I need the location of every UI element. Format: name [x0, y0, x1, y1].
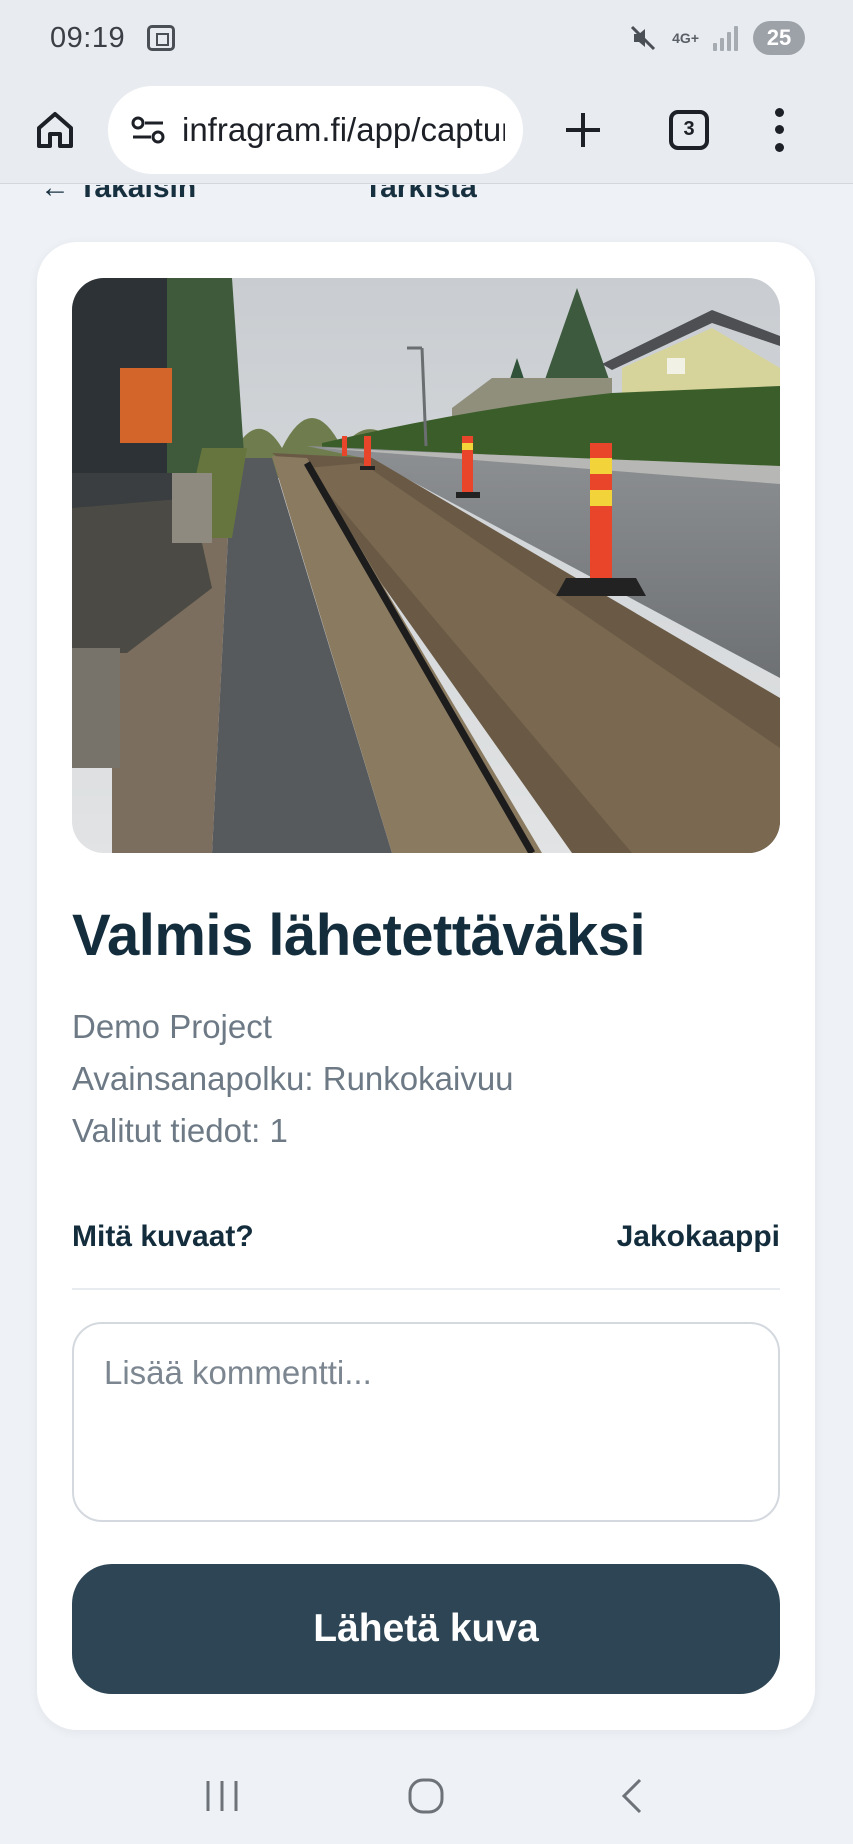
tab-switcher-button[interactable]: 3	[669, 109, 709, 150]
site-settings-icon[interactable]	[130, 115, 166, 145]
send-photo-button[interactable]: Lähetä kuva	[72, 1564, 780, 1694]
recent-apps-button[interactable]	[192, 1766, 252, 1826]
network-type: 4G+	[672, 29, 699, 46]
ready-title: Valmis lähetettäväksi	[72, 903, 646, 968]
status-bar: 09:19 4G+ 25	[0, 0, 853, 76]
comment-input[interactable]	[72, 1322, 780, 1522]
describe-label: Mitä kuvaat?	[72, 1220, 254, 1253]
back-chevron-icon	[621, 1778, 641, 1814]
describe-selector[interactable]: Mitä kuvaat? Jakokaappi	[72, 1220, 780, 1290]
recent-apps-icon	[206, 1781, 238, 1811]
battery-badge: 25	[753, 21, 805, 55]
photo-illustration	[72, 278, 780, 853]
system-nav-bar	[0, 1748, 853, 1844]
describe-value[interactable]: Jakokaappi	[617, 1220, 780, 1254]
new-tab-button[interactable]	[559, 106, 607, 154]
address-bar[interactable]: infragram.fi/app/capture	[108, 85, 523, 174]
back-nav-button[interactable]	[601, 1766, 661, 1826]
review-card: Valmis lähetettäväksi Demo Project Avain…	[37, 242, 815, 1730]
home-icon	[37, 111, 73, 148]
project-name: Demo Project	[72, 1008, 272, 1045]
selected-info-count: Valitut tiedot: 1	[72, 1112, 288, 1149]
signal-icon	[713, 25, 739, 51]
browser-toolbar: infragram.fi/app/capture 3	[0, 76, 853, 184]
plus-icon	[566, 112, 600, 147]
home-circle-icon	[408, 1778, 444, 1814]
screenshot-icon	[147, 25, 176, 51]
mute-icon	[631, 25, 656, 51]
home-nav-button[interactable]	[396, 1766, 456, 1826]
keyword-path: Avainsanapolku: Runkokaivuu	[72, 1060, 514, 1097]
page-title: Tarkista	[364, 185, 477, 204]
more-menu-icon[interactable]	[773, 107, 785, 152]
page-header: ← Takaisin Tarkista	[0, 185, 853, 213]
captured-photo	[72, 278, 780, 853]
home-button[interactable]	[30, 105, 80, 155]
status-indicators: 4G+ 25	[628, 21, 805, 55]
url-text[interactable]: infragram.fi/app/capture	[182, 111, 505, 149]
back-link[interactable]: ← Takaisin	[40, 185, 196, 205]
status-time: 09:19	[50, 21, 126, 54]
